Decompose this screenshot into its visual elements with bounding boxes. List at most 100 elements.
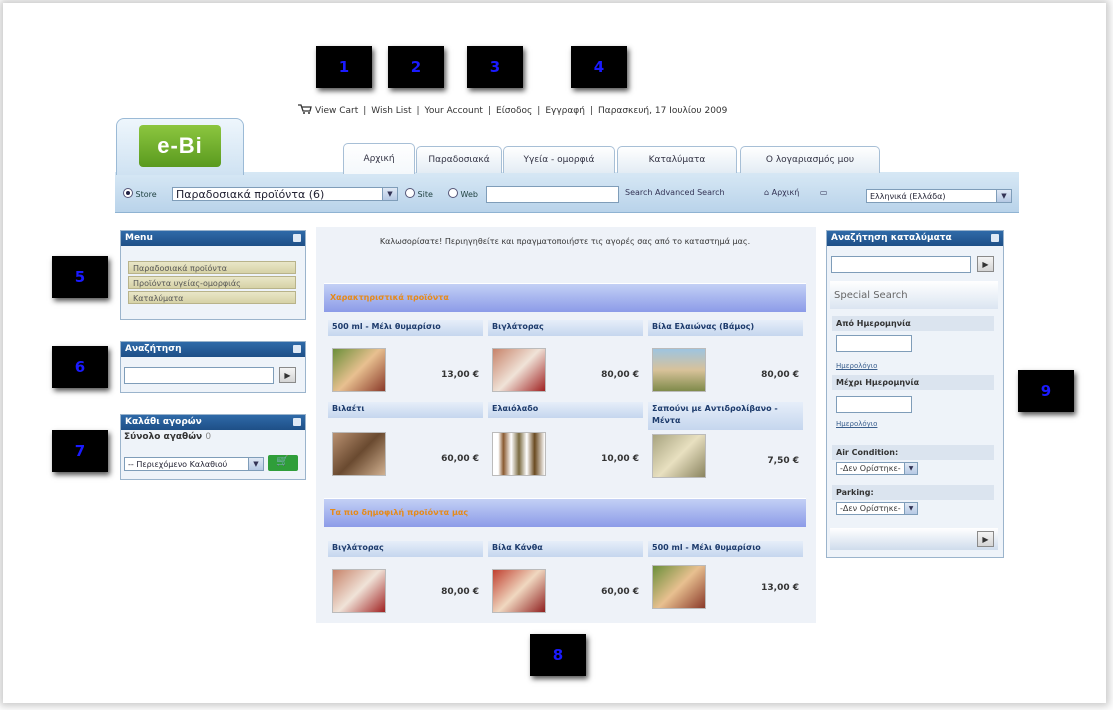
tab-accommodation[interactable]: Καταλύματα — [617, 146, 737, 173]
collapse-icon[interactable] — [293, 418, 301, 426]
search-input[interactable] — [486, 186, 619, 203]
product-price: 13,00 € — [441, 370, 479, 380]
product-name[interactable]: Βιγλάτορας — [488, 320, 643, 336]
featured-section-header: Χαρακτηριστικά προϊόντα — [324, 283, 806, 312]
home-icon: ⌂ — [764, 188, 770, 197]
product-image[interactable] — [332, 432, 386, 476]
accommodation-search-button[interactable]: ▶ — [977, 256, 994, 272]
advanced-search-link[interactable]: Advanced Search — [655, 188, 725, 197]
side-search-button[interactable]: ▶ — [279, 367, 296, 383]
to-date-input[interactable] — [836, 396, 912, 413]
menu-panel: Menu — [120, 230, 306, 320]
product-price: 60,00 € — [601, 587, 639, 597]
product-name[interactable]: Βίλα Κάνθα — [488, 541, 643, 557]
basket-total: Σύνολο αγαθών 0 — [124, 432, 211, 442]
collapse-icon[interactable] — [991, 234, 999, 242]
basket-panel-header: Καλάθι αγορών — [121, 415, 305, 430]
chevron-down-icon: ▼ — [248, 458, 263, 470]
product-card[interactable]: Βιγλάτορας 80,00 € — [328, 541, 483, 615]
product-image[interactable] — [332, 569, 386, 613]
site-logo[interactable]: e-Bi — [139, 125, 221, 167]
from-date-input[interactable] — [836, 335, 912, 352]
tab-traditional[interactable]: Παραδοσιακά — [416, 146, 502, 173]
marker-9: 9 — [1018, 370, 1074, 412]
site-radio[interactable] — [405, 188, 415, 198]
menu-item-traditional[interactable]: Παραδοσιακά προϊόντα — [128, 261, 296, 274]
parking-label: Parking: — [832, 485, 994, 500]
parking-select[interactable]: -Δεν Ορίστηκε- ▼ — [836, 502, 918, 515]
product-name[interactable]: Ελαιόλαδο — [488, 402, 643, 418]
product-card[interactable]: Ελαιόλαδο 10,00 € — [488, 402, 643, 476]
accommodation-search-input[interactable] — [831, 256, 971, 273]
web-radio-group[interactable]: Web — [448, 188, 478, 199]
product-image[interactable] — [652, 348, 706, 392]
store-radio[interactable] — [123, 188, 133, 198]
product-card[interactable]: 500 ml - Μέλι θυμαρίσιο 13,00 € — [328, 320, 483, 394]
menu-item-accommodation[interactable]: Καταλύματα — [128, 291, 296, 304]
from-calendar-link[interactable]: Ημερολόγιο — [836, 362, 877, 370]
collapse-icon[interactable] — [293, 345, 301, 353]
site-radio-group[interactable]: Site — [405, 188, 433, 199]
from-date-label: Από Ημερομηνία — [832, 316, 994, 331]
product-image[interactable] — [332, 348, 386, 392]
language-select[interactable]: Ελληνικά (Ελλάδα) ▼ — [866, 189, 1012, 203]
play-arrow-icon: ▶ — [982, 260, 989, 269]
login-link[interactable]: Είσοδος — [496, 106, 532, 116]
view-cart-link[interactable]: View Cart — [315, 106, 358, 116]
search-links: Search Advanced Search — [625, 188, 725, 197]
product-card[interactable]: Βίλα Ελαιώνας (Βάμος) 80,00 € — [648, 320, 803, 394]
product-price: 80,00 € — [761, 370, 799, 380]
featured-section-title: Χαρακτηριστικά προϊόντα — [330, 293, 449, 302]
menu-panel-header: Menu — [121, 231, 305, 246]
marker-3: 3 — [467, 46, 523, 88]
tab-home[interactable]: Αρχική — [343, 143, 415, 174]
air-condition-select[interactable]: -Δεν Ορίστηκε- ▼ — [836, 462, 918, 475]
product-card[interactable]: Σαπούνι με Αντιδρολίβανο - Μέντα 7,50 € — [648, 402, 803, 478]
product-name[interactable]: Σαπούνι με Αντιδρολίβανο - Μέντα — [648, 402, 803, 430]
register-link[interactable]: Εγγραφή — [545, 106, 585, 116]
current-date: Παρασκευή, 17 Ιουλίου 2009 — [598, 106, 728, 116]
tab-my-account[interactable]: Ο λογαριασμός μου — [740, 146, 880, 173]
menu-item-health-beauty[interactable]: Προϊόντα υγείας-ομορφιάς — [128, 276, 296, 289]
basket-cart-button[interactable]: 🛒 — [268, 455, 298, 471]
separator: | — [537, 106, 541, 116]
chevron-down-icon: ▼ — [904, 463, 917, 474]
collapse-icon[interactable] — [293, 234, 301, 242]
category-select[interactable]: Παραδοσιακά προϊόντα (6) ▼ — [172, 187, 398, 201]
store-radio-group[interactable]: Store — [123, 188, 157, 199]
home-link[interactable]: Αρχική — [772, 188, 800, 197]
product-card[interactable]: 500 ml - Μέλι θυμαρίσιο 13,00 € — [648, 541, 803, 615]
product-name[interactable]: 500 ml - Μέλι θυμαρίσιο — [328, 320, 483, 336]
product-name[interactable]: 500 ml - Μέλι θυμαρίσιο — [648, 541, 803, 557]
marker-5: 5 — [52, 256, 108, 298]
separator: | — [487, 106, 492, 116]
to-calendar-link[interactable]: Ημερολόγιο — [836, 420, 877, 428]
popular-section-header: Τα πιο δημοφιλή προϊόντα μας — [324, 498, 806, 527]
product-image[interactable] — [492, 432, 546, 476]
product-card[interactable]: Βιλαέτι 60,00 € — [328, 402, 483, 476]
product-card[interactable]: Βίλα Κάνθα 60,00 € — [488, 541, 643, 615]
product-image[interactable] — [652, 434, 706, 478]
your-account-link[interactable]: Your Account — [425, 106, 483, 116]
product-card[interactable]: Βιγλάτορας 80,00 € — [488, 320, 643, 394]
product-image[interactable] — [492, 569, 546, 613]
cart-icon: 🛒 — [276, 456, 289, 467]
tab-health-beauty[interactable]: Υγεία - ομορφιά — [503, 146, 615, 173]
product-image[interactable] — [652, 565, 706, 609]
marker-2: 2 — [388, 46, 444, 88]
product-name[interactable]: Βιγλάτορας — [328, 541, 483, 557]
home-link-group[interactable]: ⌂ Αρχική ▭ — [764, 188, 827, 197]
product-name[interactable]: Βιλαέτι — [328, 402, 483, 418]
basket-select[interactable]: -- Περιεχόμενο Καλαθιού ▼ — [124, 457, 264, 471]
web-radio[interactable] — [448, 188, 458, 198]
accommodation-panel-footer — [830, 528, 998, 550]
search-link[interactable]: Search — [625, 188, 652, 197]
top-links: View Cart | Wish List | Your Account | Είσοδος… — [298, 104, 727, 116]
product-image[interactable] — [492, 348, 546, 392]
chevron-down-icon: ▼ — [382, 188, 397, 200]
wish-list-link[interactable]: Wish List — [371, 106, 411, 116]
accommodation-submit-button[interactable]: ▶ — [977, 531, 994, 547]
product-price: 13,00 € — [761, 583, 799, 593]
side-search-input[interactable] — [124, 367, 274, 384]
product-name[interactable]: Βίλα Ελαιώνας (Βάμος) — [648, 320, 803, 336]
